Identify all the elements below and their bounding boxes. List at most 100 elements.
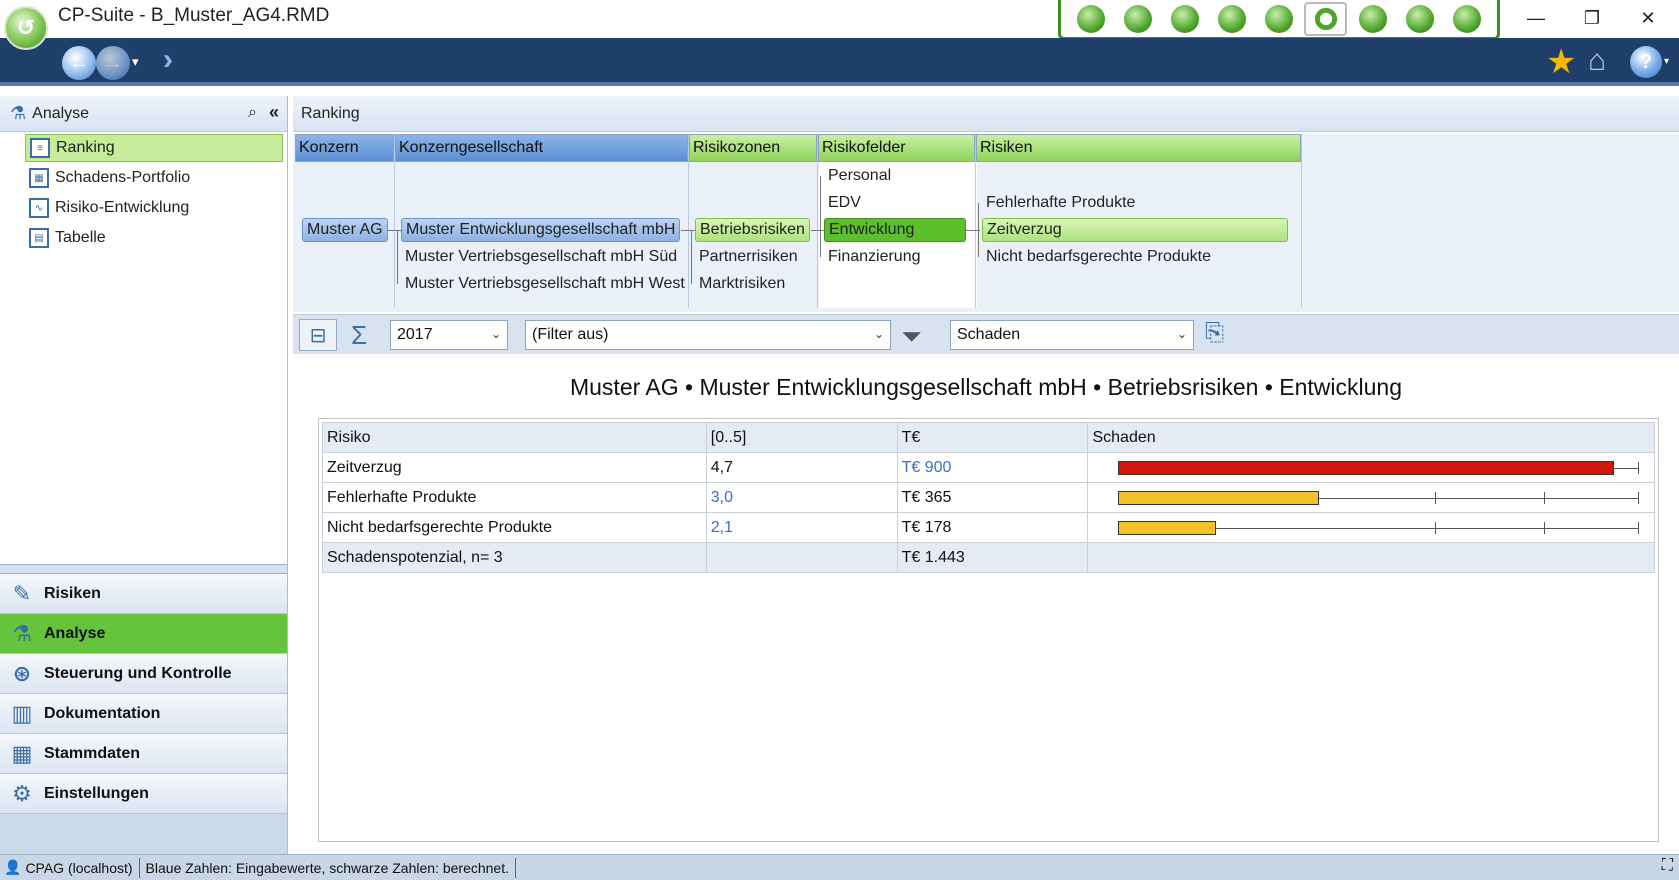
hier-item-konzern[interactable]: Muster AG — [302, 218, 388, 242]
sidebar-title: Analyse — [32, 104, 90, 122]
tree-item-ranking[interactable]: ≡ Ranking — [25, 134, 283, 162]
measure-select[interactable]: Schaden ⌄ — [950, 320, 1194, 350]
hier-item-zone[interactable]: Marktrisiken — [695, 272, 789, 296]
section-einstellungen[interactable]: ⚙ Einstellungen — [0, 774, 287, 814]
main-panel: Ranking Konzern Muster AG Konzerngesells… — [293, 96, 1679, 854]
chevron-down-icon: ⌄ — [1176, 327, 1187, 341]
hier-item-feld[interactable]: Personal — [824, 164, 895, 188]
hier-item-feld[interactable]: Finanzierung — [824, 245, 925, 269]
hier-item-feld[interactable]: EDV — [824, 191, 865, 215]
virus-icon[interactable] — [1116, 2, 1159, 36]
layout-toggle-icon[interactable]: ⊟ — [299, 319, 337, 351]
year-select[interactable]: 2017 ⌄ — [390, 320, 508, 350]
tree-item-tabelle[interactable]: ▤ Tabelle — [25, 224, 283, 252]
report-title: Muster AG • Muster Entwicklungsgesellsch… — [569, 374, 1403, 400]
hier-item-zone[interactable]: Partnerrisiken — [695, 245, 802, 269]
hier-item-risiko[interactable]: Nicht bedarfsgerechte Produkte — [982, 245, 1215, 269]
section-steuerung-und-kontrolle[interactable]: ⊛ Steuerung und Kontrolle — [0, 654, 287, 694]
cell-amount: T€ 178 — [896, 512, 1089, 543]
gears-icon[interactable] — [1351, 2, 1394, 36]
cell-risiko: Zeitverzug — [322, 452, 707, 483]
column-header: Risiken — [976, 134, 1301, 162]
summary-bar-cell — [1087, 542, 1655, 573]
cell-amount[interactable]: T€ 900 — [896, 452, 1089, 483]
damage-bar-fill — [1118, 461, 1615, 475]
money-icon[interactable] — [1210, 2, 1253, 36]
compass-icon[interactable] — [1398, 2, 1441, 36]
filter-icon[interactable]: ⏷ — [901, 321, 922, 353]
damage-bar — [1118, 521, 1640, 535]
sidebar-overflow-area — [0, 814, 287, 854]
lifebuoy-icon[interactable] — [1304, 1, 1347, 36]
damage-bar-range-line — [1216, 528, 1639, 529]
tree-item-schadens-portfolio[interactable]: ▦ Schadens-Portfolio — [25, 164, 283, 192]
user-icon: 👤 — [4, 859, 22, 875]
column-header-risiko[interactable]: Risiko — [322, 422, 707, 453]
sidebar-splitter[interactable] — [0, 564, 287, 574]
hier-item-feld[interactable]: Entwicklung — [824, 218, 966, 242]
tree-connector — [811, 230, 825, 231]
back-arrow-icon[interactable]: ← — [62, 46, 96, 80]
help-icon[interactable]: ? — [1630, 46, 1662, 78]
copy-export-icon[interactable]: ⎘ — [1205, 319, 1224, 347]
globe-icon[interactable] — [1257, 2, 1300, 36]
help-dropdown-icon[interactable]: ▾ — [1664, 56, 1669, 67]
table-row[interactable]: Nicht bedarfsgerechte Produkte 2,1 T€ 17… — [322, 512, 1655, 543]
hier-item-risiko[interactable]: Fehlerhafte Produkte — [982, 191, 1139, 215]
search-icon[interactable]: ⌕ — [248, 104, 257, 122]
section-label: Risiken — [44, 584, 101, 602]
panel-title: Ranking — [293, 96, 1679, 132]
section-stammdaten[interactable]: ▦ Stammdaten — [0, 734, 287, 774]
damage-bar-tick — [1638, 462, 1640, 474]
column-header-score[interactable]: [0..5] — [705, 422, 898, 453]
tree-item-risiko-entwicklung[interactable]: ∿ Risiko-Entwicklung — [25, 194, 283, 222]
app-logo-icon[interactable]: ↺ — [4, 6, 48, 50]
measure-select-value: Schaden — [957, 326, 1021, 343]
forward-arrow-icon[interactable]: → — [96, 46, 130, 80]
damage-bar-tick — [1638, 522, 1640, 534]
table-row[interactable]: Zeitverzug 4,7 T€ 900 — [322, 452, 1655, 483]
section-label: Stammdaten — [44, 744, 141, 762]
section-label: Dokumentation — [44, 704, 161, 722]
damage-bar-tick — [1544, 492, 1546, 504]
damage-bar — [1118, 461, 1640, 475]
home-icon[interactable]: ⌂ — [1588, 44, 1606, 78]
column-header-schaden[interactable]: Schaden — [1087, 422, 1655, 453]
damage-bar — [1118, 491, 1640, 505]
star-icon[interactable]: ★ — [1546, 42, 1576, 82]
minimize-button[interactable]: — — [1513, 4, 1559, 32]
column-risikozonen: Risikozonen Betriebsrisiken Partnerrisik… — [689, 134, 818, 308]
user-doc-icon[interactable] — [1445, 2, 1488, 36]
leaf-icon[interactable] — [1163, 2, 1206, 36]
filter-select[interactable]: (Filter aus) ⌄ — [525, 320, 891, 350]
fullscreen-icon[interactable]: ⛶ — [1662, 857, 1673, 875]
gear-icon: ⚙ — [12, 780, 32, 806]
portfolio-icon: ▦ — [29, 168, 49, 188]
history-dropdown-icon[interactable]: ▾ — [132, 54, 139, 70]
section-risiken[interactable]: ✎ Risiken — [0, 574, 287, 614]
hier-item-zone[interactable]: Betriebsrisiken — [695, 218, 810, 242]
section-dokumentation[interactable]: ▥ Dokumentation — [0, 694, 287, 734]
column-konzern: Konzern Muster AG — [295, 134, 395, 308]
flask-icon: ⚗ — [12, 620, 32, 646]
section-analyse[interactable]: ⚗ Analyse — [0, 614, 287, 654]
hier-item-gesellschaft[interactable]: Muster Vertriebsgesellschaft mbH Süd — [401, 245, 681, 269]
cell-score[interactable]: 2,1 — [705, 512, 898, 543]
window-title: CP-Suite - B_Muster_AG4.RMD — [58, 5, 330, 26]
hier-item-risiko[interactable]: Zeitverzug — [982, 218, 1288, 242]
column-risiken: Risiken Fehlerhafte Produkte Zeitverzug … — [976, 134, 1302, 308]
collapse-icon[interactable]: « — [269, 102, 279, 123]
hier-item-gesellschaft[interactable]: Muster Vertriebsgesellschaft mbH West — [401, 272, 689, 296]
hier-item-gesellschaft[interactable]: Muster Entwicklungsgesellschaft mbH — [401, 218, 681, 242]
cell-score[interactable]: 3,0 — [705, 482, 898, 513]
sum-icon[interactable]: Σ — [340, 319, 378, 351]
table-row[interactable]: Fehlerhafte Produkte 3,0 T€ 365 — [322, 482, 1655, 513]
restore-button[interactable]: ❐ — [1569, 4, 1615, 32]
close-button[interactable]: ✕ — [1625, 4, 1671, 32]
column-header: Konzern — [295, 134, 394, 162]
status-connection: 👤 CPAG (localhost) — [0, 857, 140, 878]
summary-score — [705, 542, 898, 573]
dashboard-icon[interactable] — [1069, 2, 1112, 36]
column-header-amount[interactable]: T€ — [896, 422, 1089, 453]
damage-bar-fill — [1118, 521, 1217, 535]
